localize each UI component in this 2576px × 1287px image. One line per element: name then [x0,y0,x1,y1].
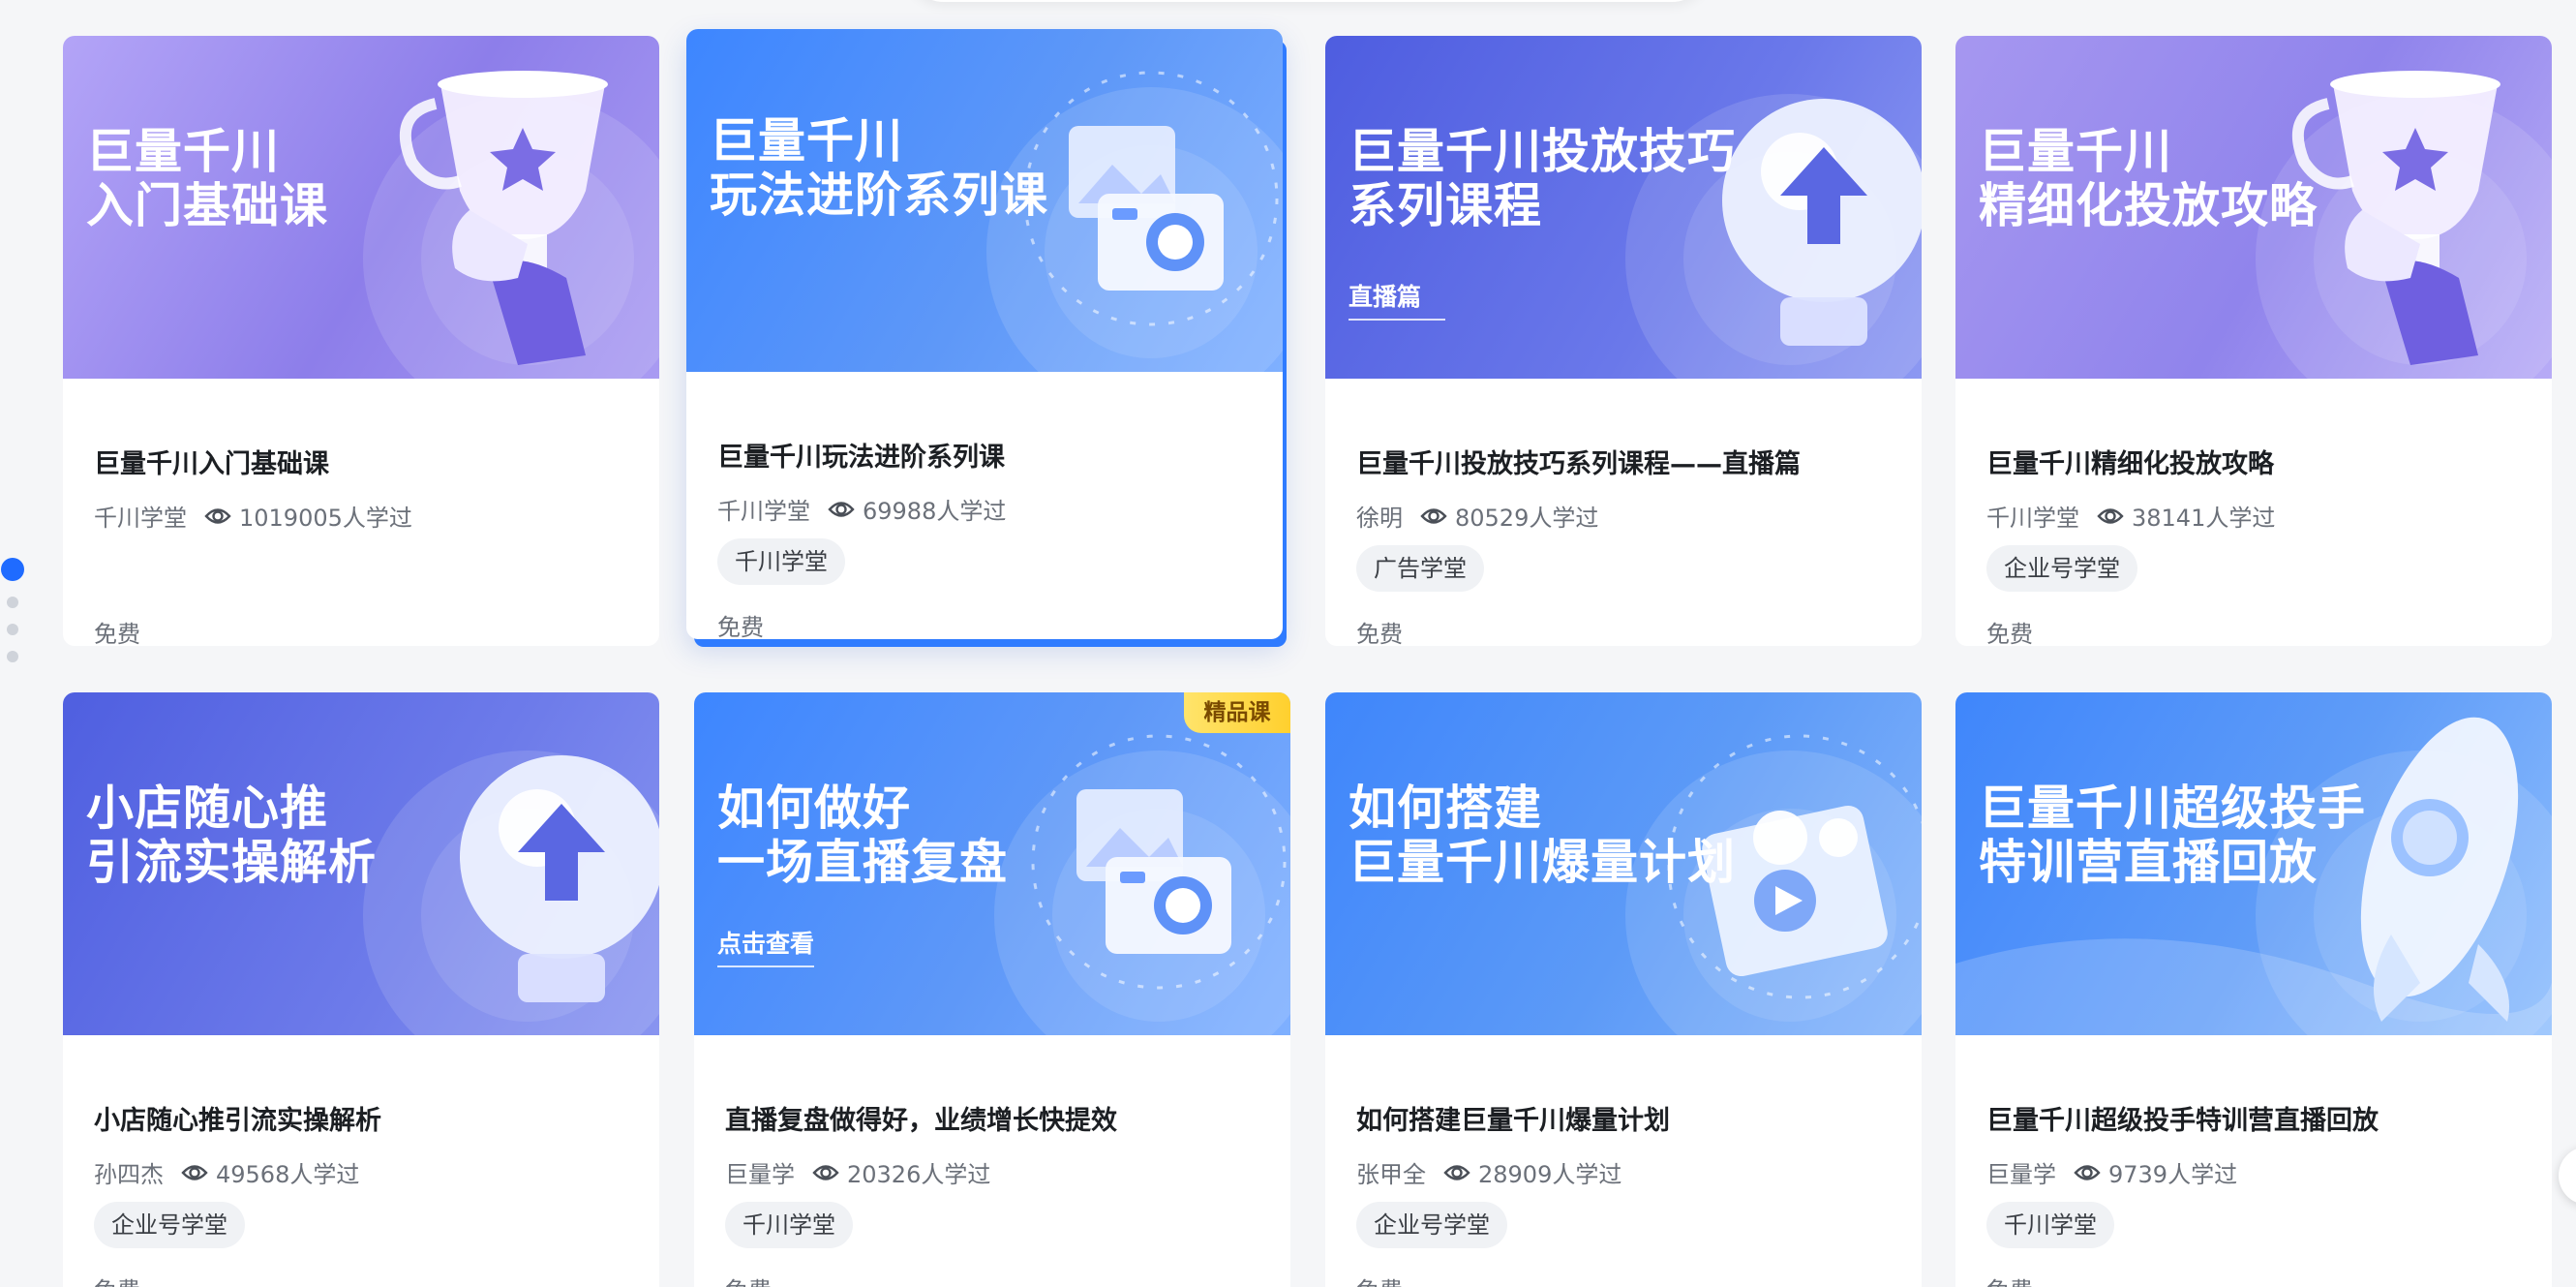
course-meta: 千川学堂 1019005人学过 [94,499,412,533]
course-title[interactable]: 如何搭建巨量千川爆量计划 [1356,1099,1670,1137]
learner-count: 49568人学过 [216,1161,360,1188]
pager-dot-2[interactable] [7,597,18,608]
course-banner[interactable]: 巨量千川投放技巧 系列课程直播篇 [1325,36,1922,379]
course-banner[interactable]: 巨量千川 玩法进阶系列课 [686,29,1283,372]
eye-icon [1443,1162,1470,1183]
banner-title: 如何做好 一场直播复盘 [717,781,1009,890]
course-author: 巨量学 [725,1161,795,1188]
banner-title: 如何搭建 巨量千川爆量计划 [1349,781,1737,890]
course-price: 免费 [1986,1272,2033,1287]
banner-title: 巨量千川投放技巧 系列课程 [1349,124,1737,233]
pager-dot-4[interactable] [7,651,18,662]
eye-icon [828,499,855,520]
eye-icon [2097,506,2124,527]
banner-subtitle: 直播篇 [1349,278,1446,321]
course-price: 免费 [1356,621,1403,646]
banner-title: 巨量千川 精细化投放攻略 [1979,124,2318,233]
course-tag[interactable]: 千川学堂 [725,1202,853,1248]
learner-count: 1019005人学过 [239,505,412,532]
course-meta: 千川学堂 38141人学过 [1986,499,2275,533]
course-banner[interactable]: 小店随心推 引流实操解析 [63,692,659,1035]
course-title[interactable]: 直播复盘做得好，业绩增长快提效 [725,1099,1117,1137]
learner-count: 80529人学过 [1455,505,1599,532]
learner-count: 69988人学过 [863,498,1007,525]
eye-icon [1420,506,1447,527]
course-card[interactable]: 巨量千川超级投手 特训营直播回放巨量千川超级投手特训营直播回放巨量学 9739人学… [1955,692,2552,1287]
course-card[interactable]: 巨量千川投放技巧 系列课程直播篇巨量千川投放技巧系列课程——直播篇徐明 80529… [1325,36,1922,646]
course-author: 张甲全 [1356,1161,1426,1188]
premium-badge: 精品课 [1184,692,1290,733]
search-bar-edge[interactable] [905,0,1711,2]
course-title[interactable]: 巨量千川投放技巧系列课程——直播篇 [1356,443,1801,480]
course-author: 千川学堂 [94,505,187,532]
course-card[interactable]: 巨量千川 精细化投放攻略巨量千川精细化投放攻略千川学堂 38141人学过企业号学堂… [1955,36,2552,646]
course-tag[interactable]: 广告学堂 [1356,545,1484,592]
course-title[interactable]: 巨量千川入门基础课 [94,443,329,480]
banner-subtitle: 点击查看 [717,925,815,967]
course-price: 免费 [717,614,764,639]
learner-count: 28909人学过 [1478,1161,1622,1188]
course-author: 巨量学 [1986,1161,2056,1188]
pager-dot-3[interactable] [7,624,18,635]
course-price: 免费 [94,1272,140,1287]
eye-icon [2074,1162,2101,1183]
course-tag[interactable]: 企业号学堂 [1356,1202,1507,1248]
course-meta: 徐明 80529人学过 [1356,499,1598,533]
floating-help-button[interactable] [2559,1147,2576,1205]
course-banner[interactable]: 如何搭建 巨量千川爆量计划 [1325,692,1922,1035]
course-price: 免费 [725,1272,772,1287]
course-price: 免费 [1356,1272,1403,1287]
course-grid-page: 巨量千川 入门基础课 巨量千川入门基础课 千川学堂 1019005人学过 免费 巨量千川 … [0,0,2576,1287]
course-meta: 张甲全 28909人学过 [1356,1155,1621,1189]
course-meta: 孙四杰 49568人学过 [94,1155,359,1189]
course-price: 免费 [94,621,140,646]
course-card[interactable]: 巨量千川 玩法进阶系列课 巨量千川玩法进阶系列课 千川学堂 69988人学过 千川学堂免… [686,29,1283,639]
course-title[interactable]: 小店随心推引流实操解析 [94,1099,381,1137]
course-card[interactable]: 小店随心推 引流实操解析小店随心推引流实操解析孙四杰 49568人学过企业号学堂免… [63,692,659,1287]
course-meta: 巨量学 20326人学过 [725,1155,990,1189]
course-banner[interactable]: 巨量千川超级投手 特训营直播回放 [1955,692,2552,1035]
learner-count: 38141人学过 [2132,505,2276,532]
course-meta: 千川学堂 69988人学过 [717,492,1006,526]
course-author: 千川学堂 [1986,505,2079,532]
course-tag[interactable]: 千川学堂 [1986,1202,2114,1248]
course-price: 免费 [1986,621,2033,646]
eye-icon [181,1162,208,1183]
eye-icon [812,1162,839,1183]
banner-title: 巨量千川 入门基础课 [86,124,329,233]
course-author: 孙四杰 [94,1161,164,1188]
course-tag[interactable]: 企业号学堂 [1986,545,2137,592]
banner-title: 小店随心推 引流实操解析 [86,781,378,890]
course-banner[interactable]: 巨量千川 入门基础课 [63,36,659,379]
banner-title: 巨量千川 玩法进阶系列课 [710,113,1049,223]
learner-count: 9739人学过 [2108,1161,2238,1188]
course-banner[interactable]: 巨量千川 精细化投放攻略 [1955,36,2552,379]
course-meta: 巨量学 9739人学过 [1986,1155,2237,1189]
eye-icon [204,506,231,527]
course-title[interactable]: 巨量千川玩法进阶系列课 [717,436,1005,474]
course-card[interactable]: 如何搭建 巨量千川爆量计划如何搭建巨量千川爆量计划张甲全 28909人学过企业号学… [1325,692,1922,1287]
course-tag[interactable]: 企业号学堂 [94,1202,245,1248]
pager-dot-1[interactable] [1,558,24,581]
course-author: 徐明 [1356,505,1403,532]
learner-count: 20326人学过 [847,1161,991,1188]
course-title[interactable]: 巨量千川精细化投放攻略 [1986,443,2274,480]
course-banner[interactable]: 如何做好 一场直播复盘点击查看 精品课 [694,692,1290,1035]
course-tag[interactable]: 千川学堂 [717,538,845,585]
banner-title: 巨量千川超级投手 特训营直播回放 [1979,781,2367,890]
course-card[interactable]: 巨量千川 入门基础课巨量千川入门基础课千川学堂 1019005人学过免费 [63,36,659,646]
course-author: 千川学堂 [717,498,810,525]
course-card[interactable]: 如何做好 一场直播复盘点击查看 精品课直播复盘做得好，业绩增长快提效巨量学 2032… [694,692,1290,1287]
course-title[interactable]: 巨量千川超级投手特训营直播回放 [1986,1099,2379,1137]
